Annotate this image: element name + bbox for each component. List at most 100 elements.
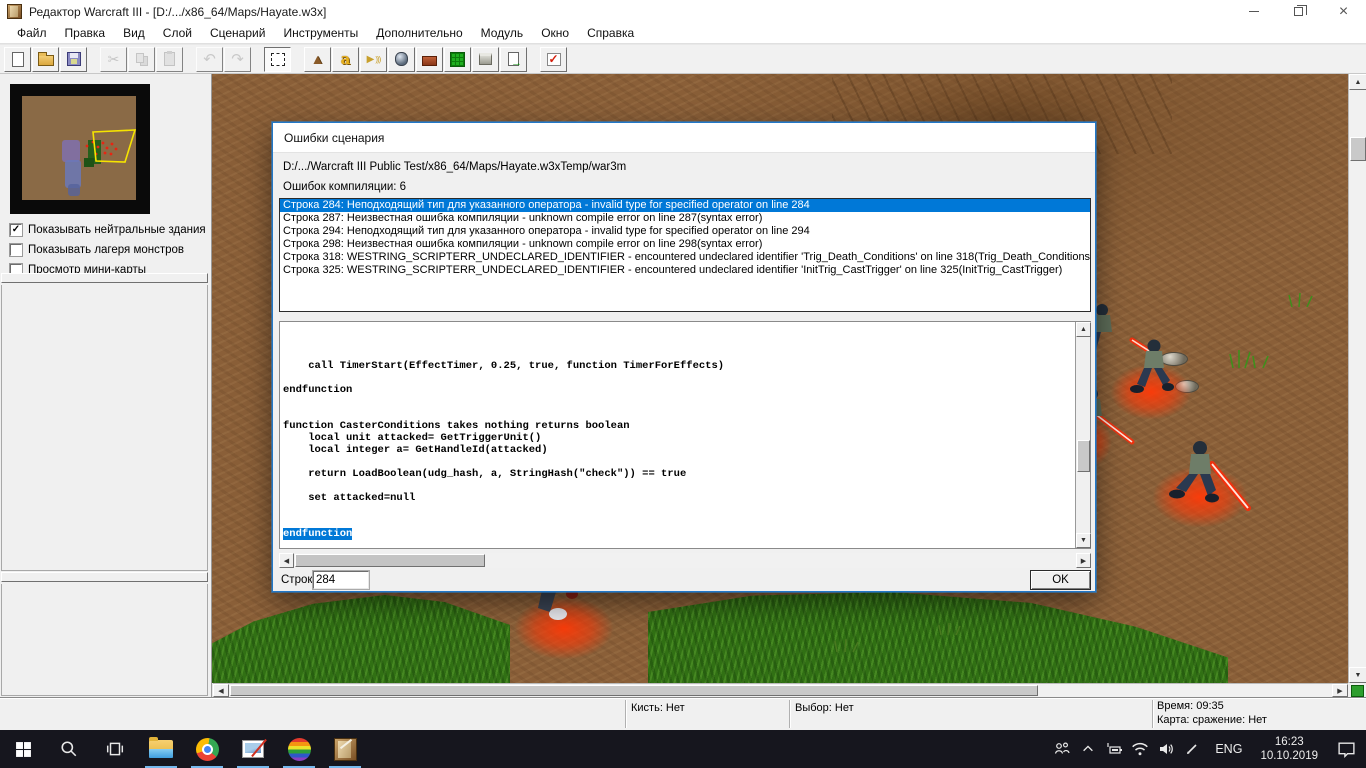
code-vertical-scrollbar[interactable]: ▲ ▼: [1075, 322, 1091, 548]
paste-button[interactable]: [156, 46, 183, 72]
taskbar-chrome[interactable]: [184, 730, 230, 768]
tray-expand-button[interactable]: [1075, 730, 1101, 768]
toolbar-icon: [422, 55, 437, 66]
language-indicator[interactable]: ENG: [1205, 742, 1252, 756]
power-tray-button[interactable]: [1101, 730, 1127, 768]
undo-button[interactable]: [196, 46, 223, 72]
scroll-right-button[interactable]: ▶: [1332, 684, 1348, 697]
toolbar-icon: [479, 53, 492, 65]
code-horizontal-scrollbar[interactable]: ◀ ▶: [279, 553, 1091, 568]
sidebar-options: Показывать нейтральные здания Показывать…: [9, 220, 210, 280]
horizontal-scroll-thumb[interactable]: [230, 685, 1038, 696]
error-row[interactable]: Строка 294: Неподходящий тип для указанн…: [280, 225, 1090, 238]
code-line: function CasterConditions takes nothing …: [283, 420, 630, 432]
toolbar-icon: [164, 51, 175, 66]
sidebar-checkbox[interactable]: Показывать лагеря монстров: [9, 240, 210, 260]
error-row[interactable]: Строка 298: Неизвестная ошибка компиляци…: [280, 238, 1090, 251]
code-scroll-right-button[interactable]: ▶: [1076, 553, 1091, 568]
minimize-button[interactable]: [1231, 0, 1276, 23]
toolbar-icon: [37, 52, 54, 66]
task-view-button[interactable]: [92, 730, 138, 768]
volume-tray-button[interactable]: [1153, 730, 1179, 768]
checkbox-box[interactable]: [9, 223, 23, 237]
taskbar-paint[interactable]: [230, 730, 276, 768]
save-map-button[interactable]: [60, 46, 87, 72]
menu-item[interactable]: Правка: [56, 24, 115, 42]
import-manager-button[interactable]: [500, 46, 527, 72]
selection-brush-button[interactable]: [264, 46, 291, 72]
map-unit[interactable]: [1150, 432, 1260, 528]
scroll-down-button[interactable]: ▼: [1349, 667, 1366, 683]
sidebar-divider-bar-2[interactable]: [1, 572, 208, 582]
code-hscroll-thumb[interactable]: [295, 554, 485, 567]
start-button[interactable]: [0, 730, 46, 768]
code-scroll-thumb[interactable]: [1077, 440, 1090, 472]
people-tray-button[interactable]: [1049, 730, 1075, 768]
trigger-editor-button[interactable]: [444, 46, 471, 72]
dialog-title-bar[interactable]: Ошибки сценария: [273, 123, 1095, 153]
error-row[interactable]: Строка 284: Неподходящий тип для указанн…: [280, 199, 1090, 212]
grass-tuft: [1229, 350, 1269, 369]
code-scroll-left-button[interactable]: ◀: [279, 553, 294, 568]
copy-button[interactable]: [128, 46, 155, 72]
taskbar-photos[interactable]: [276, 730, 322, 768]
error-row[interactable]: Строка 287: Неизвестная ошибка компиляци…: [280, 212, 1090, 225]
object-editor-button[interactable]: [472, 46, 499, 72]
restore-button[interactable]: [1276, 0, 1321, 23]
vertical-scroll-thumb[interactable]: [1350, 137, 1366, 161]
scroll-left-button[interactable]: ◀: [213, 684, 229, 697]
menu-item[interactable]: Окно: [532, 24, 578, 42]
minimap[interactable]: [10, 84, 150, 214]
new-map-button[interactable]: [4, 46, 31, 72]
check-script-button[interactable]: [540, 46, 567, 72]
scroll-up-button[interactable]: ▲: [1349, 74, 1366, 90]
chevron-up-icon: [1083, 745, 1094, 752]
menu-item[interactable]: Модуль: [472, 24, 533, 42]
taskbar-file-explorer[interactable]: [138, 730, 184, 768]
title-bar: Редактор Warcraft III - [D:/.../x86_64/M…: [0, 0, 1366, 23]
line-number-input[interactable]: [312, 570, 370, 590]
menu-item[interactable]: Инструменты: [274, 24, 367, 42]
checkbox-label: Показывать лагеря монстров: [28, 244, 185, 256]
toolbar-icon: [311, 51, 325, 67]
error-row[interactable]: Строка 318: WESTRING_SCRIPTERR_UNDECLARE…: [280, 251, 1090, 264]
map-horizontal-scrollbar[interactable]: ◀ ▶: [213, 683, 1348, 697]
toolbar-icon: [450, 51, 465, 67]
map-vertical-scrollbar[interactable]: ▲ ▼: [1348, 74, 1366, 683]
code-scroll-up-button[interactable]: ▲: [1076, 322, 1091, 337]
ok-button[interactable]: OK: [1030, 570, 1091, 590]
status-bar: Кисть: Нет Выбор: Нет Время: 09:35 Карта…: [0, 697, 1366, 730]
search-button[interactable]: [46, 730, 92, 768]
code-scroll-down-button[interactable]: ▼: [1076, 533, 1091, 548]
sound-editor-button[interactable]: [360, 46, 387, 72]
text-tool-button[interactable]: [332, 46, 359, 72]
redo-button[interactable]: [224, 46, 251, 72]
action-center-button[interactable]: [1326, 730, 1366, 768]
unit-palette-button[interactable]: [388, 46, 415, 72]
taskbar-clock[interactable]: 16:23 10.10.2019: [1252, 735, 1326, 763]
terrain-palette-button[interactable]: [304, 46, 331, 72]
menu-item[interactable]: Вид: [114, 24, 154, 42]
menu-item[interactable]: Файл: [8, 24, 56, 42]
error-row[interactable]: Строка 325: WESTRING_SCRIPTERR_UNDECLARE…: [280, 264, 1090, 277]
menu-item[interactable]: Слой: [154, 24, 201, 42]
clock-time: 16:23: [1274, 736, 1304, 748]
network-tray-button[interactable]: [1127, 730, 1153, 768]
code-view[interactable]: call TimerStart(EffectTimer, 0.25, true,…: [280, 322, 1075, 548]
sidebar-divider-bar[interactable]: [1, 273, 208, 283]
menu-item[interactable]: Справка: [578, 24, 643, 42]
cut-button[interactable]: [100, 46, 127, 72]
status-brush: Кисть: Нет: [631, 702, 685, 714]
checkbox-box[interactable]: [9, 243, 23, 257]
sidebar-checkbox[interactable]: Показывать нейтральные здания: [9, 220, 210, 240]
toolbar-icon: [270, 52, 285, 66]
status-divider: [625, 700, 626, 728]
close-button[interactable]: ×: [1321, 0, 1366, 23]
taskbar-warcraft-editor[interactable]: [322, 730, 368, 768]
pen-tray-button[interactable]: [1179, 730, 1205, 768]
open-map-button[interactable]: [32, 46, 59, 72]
menu-item[interactable]: Сценарий: [201, 24, 274, 42]
doodad-palette-button[interactable]: [416, 46, 443, 72]
menu-item[interactable]: Дополнительно: [367, 24, 471, 42]
